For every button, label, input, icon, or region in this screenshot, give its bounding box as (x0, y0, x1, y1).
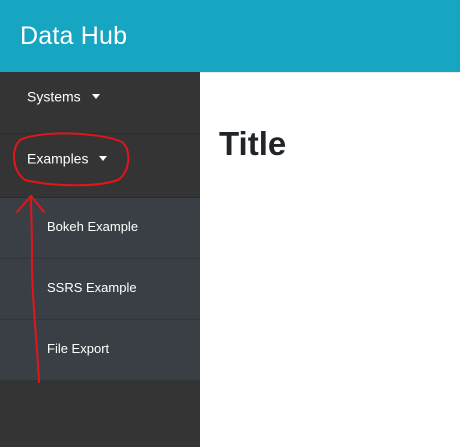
sidebar-item-systems[interactable]: Systems (0, 72, 200, 134)
top-navbar: Data Hub (0, 0, 460, 72)
sidebar-item-label: Systems (27, 88, 81, 105)
brand-title[interactable]: Data Hub (20, 22, 127, 51)
submenu-item-bokeh-example[interactable]: Bokeh Example (0, 198, 200, 259)
submenu-item-label: SSRS Example (47, 280, 137, 295)
submenu-item-label: Bokeh Example (47, 219, 139, 234)
sidebar-item-examples[interactable]: Examples (0, 134, 200, 198)
page-title: Title (219, 125, 287, 162)
sidebar: Systems Examples Bokeh Example SSRS Exam… (0, 72, 200, 447)
examples-submenu: Bokeh Example SSRS Example File Export (0, 198, 200, 381)
submenu-item-file-export[interactable]: File Export (0, 320, 200, 381)
caret-down-icon (99, 155, 108, 161)
sidebar-item-label: Examples (27, 150, 89, 167)
submenu-item-ssrs-example[interactable]: SSRS Example (0, 259, 200, 320)
caret-down-icon (91, 93, 100, 99)
submenu-item-label: File Export (47, 341, 110, 356)
